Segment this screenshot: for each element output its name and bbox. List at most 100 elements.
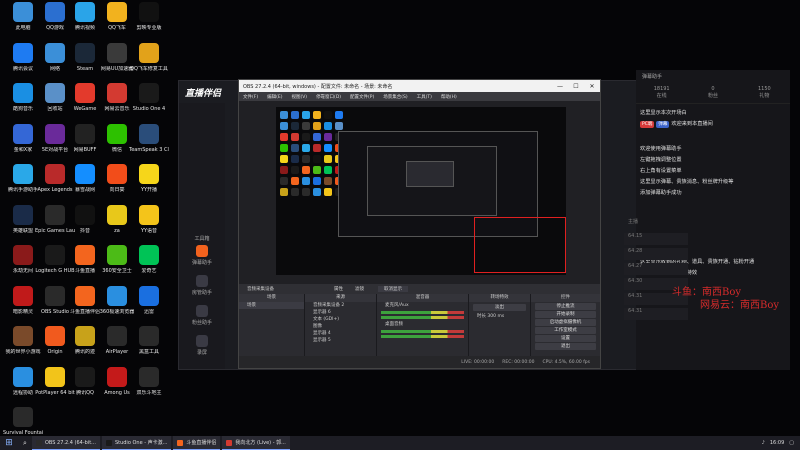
settings-button[interactable]: 设置 [535,335,596,342]
rank-row: 64.15 [624,233,688,245]
app-icon [13,42,33,63]
desktop-icon[interactable]: 爱奇艺 [130,245,168,285]
sidebar-item-record[interactable]: 录屏 [179,335,225,356]
desktop-icon[interactable]: YY语音 [130,204,168,245]
rank-value: 64.28 [628,248,643,254]
app-icon [13,366,33,387]
chat-message: PC端 弹幕 欢迎来到本直播间 [636,119,790,130]
desktop-icon[interactable]: TeamSpeak 3 Client [129,123,169,164]
douyu-icon [177,439,184,446]
maximize-button[interactable]: ☐ [568,83,584,90]
preview-canvas[interactable] [276,107,566,275]
menu-edit[interactable]: 编辑(E) [267,94,282,100]
source-item[interactable]: 显示器 4 [305,330,376,337]
taskbar-item-douyu-companion[interactable]: 斗鱼直播伴侣 [173,436,221,450]
chat-message: 左键拖拽调整位置 [640,157,682,163]
menu-tools[interactable]: 工具(T) [417,94,432,100]
windows-start-icon[interactable]: ⊞ [0,436,18,450]
start-recording-button[interactable]: 开始录制 [535,311,596,318]
exit-button[interactable]: 退出 [535,343,596,350]
companion-sidebar: 工具箱 弹幕助手 房管助手 粉丝助手 录屏 [179,103,225,369]
scene-item[interactable]: 场景 [239,302,304,309]
notification-icon[interactable]: ▢ [789,440,794,446]
source-item[interactable]: 图像 [305,323,376,330]
stop-streaming-button[interactable]: 停止推流 [535,303,596,310]
menu-view[interactable]: 视图(V) [291,94,307,100]
app-icon [107,164,127,184]
desktop-icon-label: 迅雷 [143,308,154,315]
app-icon [13,2,33,22]
source-item[interactable]: 显示器 6 [305,309,376,316]
app-icon [75,83,95,103]
desktop-icon[interactable]: 双乐斗地主 [130,366,168,407]
obs-window[interactable]: OBS 27.2.4 (64-bit, windows) - 配置文件: 未命名… [238,79,601,369]
rank-value: 64.27 [628,263,643,269]
taskbar-item-music[interactable]: 我向北方 (Live) - 郭... [222,436,290,450]
obs-icon [36,439,42,446]
minimize-button[interactable]: — [552,83,568,90]
mixer-channel-label: 桌面音频 [385,322,403,327]
virtual-camera-button[interactable]: 启动虚拟摄像机 [535,319,596,326]
sidebar-item-room-admin[interactable]: 房管助手 [179,275,225,296]
app-icon [13,164,33,184]
search-icon[interactable]: ⌕ [18,436,32,450]
properties-button[interactable]: 属性 [334,286,343,292]
transition-select[interactable]: 淡出 [473,304,526,311]
desktop-icon[interactable]: 迅雷 [130,285,168,326]
app-icon [45,123,65,144]
netease-music-icon [226,439,233,446]
menu-scene-collection[interactable]: 场景集合(S) [383,94,407,100]
obs-docks: 场景 场景 来源 音频采集设备 2 显示器 6 文本 (GDI+) 图像 显示器… [239,294,600,356]
mirrored-icon [280,144,288,152]
app-icon [75,366,95,387]
sidebar-item-fans[interactable]: 粉丝助手 [179,305,225,326]
sidebar-item-toolbox[interactable]: 工具箱 [179,233,225,242]
taskbar-item-studio-one[interactable]: Studio One - 声卡激... [101,436,172,450]
desktop-icon[interactable]: YY开播 [130,164,168,204]
nested-obs-window [367,146,497,216]
desktop-icon[interactable]: QQ飞车修复工具 [130,42,168,83]
desktop-icon-label: TeamSpeak 3 Client [129,146,169,153]
clock[interactable]: 16:09 [770,440,784,446]
source-item[interactable]: 显示器 5 [305,337,376,344]
obs-statusbar: LIVE: 00:00:00 REC: 00:00:00 CPU: 4.5%, … [239,356,600,368]
obs-preview[interactable] [239,101,600,284]
close-button[interactable]: ✕ [584,83,600,90]
desktop-icon-label: 爱奇艺 [141,268,157,274]
menu-profile[interactable]: 配置文件(P) [350,94,374,100]
source-item[interactable]: 文本 (GDI+) [305,316,376,323]
stat-label: 在线 [656,93,667,99]
filters-button[interactable]: 滤镜 [355,286,364,292]
menu-help[interactable]: 帮助(H) [441,94,457,100]
obs-menubar: 文件(F) 编辑(E) 视图(V) 停靠窗口(D) 配置文件(P) 场景集合(S… [239,92,600,101]
deactivate-button[interactable]: 取消显示 [378,286,408,292]
desktop-icon-label: YY开播 [140,187,158,193]
rec-timer: REC: 00:00:00 [502,359,535,365]
desktop-icon[interactable]: 黑盒工具 [130,326,168,366]
sidebar-item-label: 粉丝助手 [191,320,212,326]
menu-docks[interactable]: 停靠窗口(D) [316,94,341,100]
obs-titlebar[interactable]: OBS 27.2.4 (64-bit, windows) - 配置文件: 未命名… [239,80,600,92]
sidebar-item-danmu-helper[interactable]: 弹幕助手 [179,245,225,266]
dock-title: 来源 [305,294,376,302]
taskbar-item-obs[interactable]: OBS 27.2.4 (64-bit... [32,436,100,450]
mirrored-icon [302,133,310,141]
source-item[interactable]: 音频采集设备 2 [305,302,376,309]
mirrored-icon [280,155,288,163]
desktop-icon[interactable]: 剪映专业版 [130,2,168,42]
studio-mode-button[interactable]: 工作室模式 [535,327,596,334]
rank-value: 64.31 [628,308,643,314]
volume-icon[interactable]: ♪ [762,440,765,446]
mirrored-icon [324,111,332,119]
app-icon [139,2,159,22]
menu-file[interactable]: 文件(F) [243,94,258,100]
transition-duration[interactable]: 时长 300 ms [469,313,530,320]
desktop-icon[interactable]: Studio One 4 [130,83,168,123]
mirrored-icon [302,155,310,163]
dock-title: 控件 [531,294,600,302]
taskbar-item-label: 我向北方 (Live) - 郭... [235,440,286,446]
rank-column: 主播 64.15 64.28 64.27 64.30 64.31 64.31 [624,218,688,323]
desktop-icon[interactable]: Survival Fountain [3,407,43,436]
stat-fans: 0 粉丝 [687,82,738,103]
stat-online: 18191 在线 [636,82,687,103]
